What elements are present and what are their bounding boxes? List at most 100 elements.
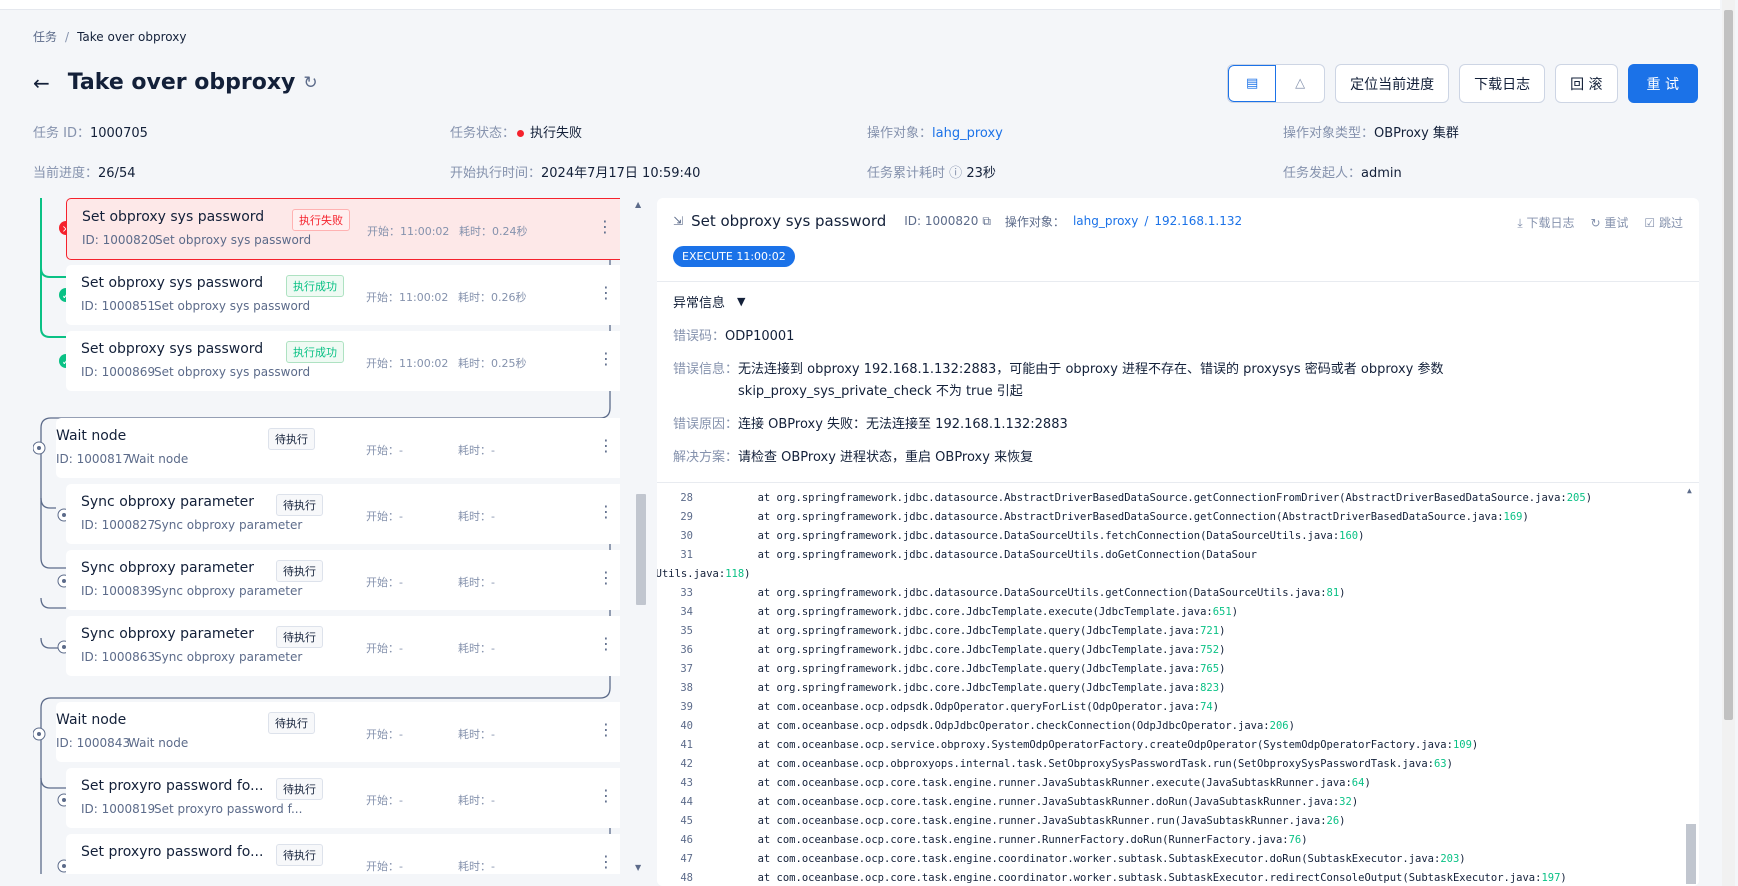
more-icon[interactable]: ⋮ bbox=[598, 720, 614, 739]
breadcrumb-parent[interactable]: 任务 bbox=[33, 30, 57, 44]
log-line-text: at org.springframework.jdbc.core.JdbcTem… bbox=[707, 625, 1201, 637]
copy-icon[interactable]: ⧉ bbox=[982, 214, 991, 229]
log-scrollbar[interactable]: ▲ bbox=[1686, 486, 1696, 884]
node-id: ID: 1000839 bbox=[81, 584, 156, 598]
log-line: 47 at com.oceanbase.ocp.core.task.engine… bbox=[657, 850, 1465, 869]
log-viewer[interactable]: ▲ 28 at org.springframework.jdbc.datasou… bbox=[657, 482, 1699, 886]
log-line-number: 29 bbox=[680, 511, 693, 523]
detail-panel: ⇲ Set obproxy sys password ID: 1000820 ⧉… bbox=[657, 198, 1699, 886]
tree-scrollbar[interactable]: ▲ ▼ bbox=[635, 198, 646, 874]
log-line-number: 33 bbox=[680, 587, 693, 599]
log-line-text: at org.springframework.jdbc.datasource.A… bbox=[707, 511, 1504, 523]
detail-target-label: 操作对象： bbox=[1004, 214, 1065, 229]
more-icon[interactable]: ⋮ bbox=[598, 349, 614, 368]
error-message-row: 错误信息： 无法连接到 obproxy 192.168.1.132:2883，可能… bbox=[673, 359, 1683, 403]
subtask-node[interactable]: Sync obproxy parameter 待执行 ID: 1000839 S… bbox=[66, 550, 620, 610]
retry-button[interactable]: 重 试 bbox=[1627, 64, 1698, 103]
error-reason-value: 连接 OBProxy 失败：无法连接至 192.168.1.132:2883 bbox=[738, 417, 1068, 432]
scrollbar-thumb[interactable] bbox=[1686, 824, 1696, 884]
subtask-node[interactable]: Set proxyro password fo... 待执行 开始：- 耗时：-… bbox=[66, 834, 620, 874]
log-line-text: at com.oceanbase.ocp.core.task.engine.ru… bbox=[707, 796, 1340, 808]
detail-retry-button[interactable]: ↻ 重试 bbox=[1590, 214, 1628, 231]
download-log-button[interactable]: 下载日志 bbox=[1459, 64, 1546, 103]
error-code-value: ODP10001 bbox=[725, 329, 795, 344]
log-line-number-value: 205 bbox=[1566, 492, 1586, 504]
log-line-text: at org.springframework.jdbc.datasource.A… bbox=[707, 492, 1567, 504]
node-start: 开始：- bbox=[366, 860, 403, 873]
wait-node[interactable]: Wait node 待执行 ID: 1000843 Wait node 开始：-… bbox=[56, 702, 620, 762]
task-id-value: 1000705 bbox=[89, 126, 148, 141]
refresh-icon[interactable]: ↻ bbox=[303, 73, 317, 93]
node-desc: Sync obproxy parameter bbox=[154, 584, 303, 598]
detail-download-button[interactable]: ⤓ 下载日志 bbox=[1517, 214, 1574, 231]
back-arrow-icon[interactable]: ← bbox=[33, 73, 50, 93]
node-id: ID: 1000817 bbox=[56, 452, 131, 466]
more-icon[interactable]: ⋮ bbox=[598, 634, 614, 653]
log-line-end: ) bbox=[1219, 663, 1226, 675]
subtask-node-failed[interactable]: Set obproxy sys password 执行失败 ID: 100082… bbox=[66, 198, 620, 260]
log-line-number-value: 64 bbox=[1351, 777, 1365, 789]
log-line-number-value: 203 bbox=[1440, 853, 1460, 865]
more-icon[interactable]: ⋮ bbox=[597, 217, 613, 236]
task-start-value: 2024年7月17日 10:59:40 bbox=[541, 166, 701, 181]
detail-target-ip-link[interactable]: 192.168.1.132 bbox=[1154, 214, 1242, 228]
log-line-end: ) bbox=[1219, 625, 1226, 637]
locate-progress-button[interactable]: 定位当前进度 bbox=[1335, 64, 1450, 103]
help-icon[interactable]: ⓘ bbox=[949, 166, 962, 181]
node-start: 开始：- bbox=[366, 444, 403, 457]
log-line: 41 at com.oceanbase.ocp.service.obproxy.… bbox=[657, 736, 1478, 755]
more-icon[interactable]: ⋮ bbox=[598, 852, 614, 871]
scrollbar-thumb[interactable] bbox=[1724, 10, 1733, 720]
subtask-node[interactable]: Sync obproxy parameter 待执行 ID: 1000863 S… bbox=[66, 616, 620, 676]
subtask-node[interactable]: Set proxyro password fo... 待执行 ID: 10008… bbox=[66, 768, 620, 828]
more-icon[interactable]: ⋮ bbox=[598, 568, 614, 587]
title-bar: ← Take over obproxy ↻ bbox=[33, 70, 318, 95]
download-icon: ⤓ bbox=[1517, 216, 1523, 230]
subtask-node[interactable]: Set obproxy sys password 执行成功 ID: 100086… bbox=[66, 331, 620, 391]
node-title: Sync obproxy parameter bbox=[81, 626, 255, 642]
status-badge: 待执行 bbox=[268, 712, 315, 734]
scrollbar-thumb[interactable] bbox=[636, 494, 646, 605]
detail-target-link[interactable]: lahg_proxy bbox=[1073, 214, 1138, 228]
top-band bbox=[0, 0, 1720, 10]
log-line-end: ) bbox=[1471, 739, 1479, 751]
log-line-text: at com.oceanbase.ocp.odpsdk.OdpJdbcOpera… bbox=[707, 720, 1270, 732]
more-icon[interactable]: ⋮ bbox=[598, 436, 614, 455]
log-line-text: at org.springframework.jdbc.core.JdbcTem… bbox=[707, 663, 1201, 675]
error-code-row: 错误码： ODP10001 bbox=[673, 326, 1683, 348]
more-icon[interactable]: ⋮ bbox=[598, 502, 614, 521]
log-line: 32ceUtils.java:118) bbox=[657, 565, 750, 584]
list-view-icon[interactable]: ▤ bbox=[1228, 65, 1277, 102]
node-desc: Set obproxy sys password bbox=[155, 233, 312, 247]
scroll-down-icon[interactable]: ▼ bbox=[635, 863, 641, 872]
status-badge: 待执行 bbox=[276, 778, 323, 800]
subtask-node[interactable]: Set obproxy sys password 执行成功 ID: 100085… bbox=[66, 265, 620, 325]
scroll-up-icon[interactable]: ▲ bbox=[1687, 486, 1692, 495]
log-line-text: at org.springframework.jdbc.datasource.D… bbox=[707, 549, 1257, 561]
wait-node[interactable]: Wait node 待执行 ID: 1000817 Wait node 开始：-… bbox=[56, 418, 620, 478]
task-target-link[interactable]: lahg_proxy bbox=[932, 126, 1003, 141]
node-start: 开始：- bbox=[366, 642, 403, 655]
scroll-up-icon[interactable]: ▲ bbox=[635, 200, 641, 209]
detail-skip-button[interactable]: ☑ 跳过 bbox=[1644, 214, 1683, 231]
task-start-label: 开始执行时间： bbox=[450, 166, 542, 181]
log-line-number-value: 32 bbox=[1339, 796, 1352, 808]
collapse-icon[interactable]: ⇲ bbox=[673, 214, 683, 228]
page-scrollbar[interactable] bbox=[1722, 0, 1735, 886]
more-icon[interactable]: ⋮ bbox=[598, 786, 614, 805]
node-cost: 耗时：- bbox=[458, 860, 495, 873]
node-cost: 耗时：- bbox=[458, 794, 495, 807]
node-title: Set proxyro password fo... bbox=[81, 844, 264, 860]
subtask-node[interactable]: Sync obproxy parameter 待执行 ID: 1000827 S… bbox=[66, 484, 620, 544]
node-start: 开始：11:00:02 bbox=[366, 291, 449, 304]
log-line-number-value: 651 bbox=[1212, 606, 1232, 618]
log-line-text: at com.oceanbase.ocp.core.task.engine.ru… bbox=[707, 777, 1352, 789]
error-header[interactable]: 异常信息 ▼ bbox=[673, 292, 1683, 311]
tree-view-icon[interactable]: △ bbox=[1276, 65, 1324, 102]
error-reason-row: 错误原因： 连接 OBProxy 失败：无法连接至 192.168.1.132:2… bbox=[673, 414, 1683, 436]
log-line-number-value: 63 bbox=[1433, 758, 1447, 770]
page-title: Take over obproxy bbox=[67, 70, 296, 95]
log-line-text: ceUtils.java: bbox=[657, 568, 726, 580]
rollback-button[interactable]: 回 滚 bbox=[1555, 64, 1618, 103]
more-icon[interactable]: ⋮ bbox=[598, 283, 614, 302]
